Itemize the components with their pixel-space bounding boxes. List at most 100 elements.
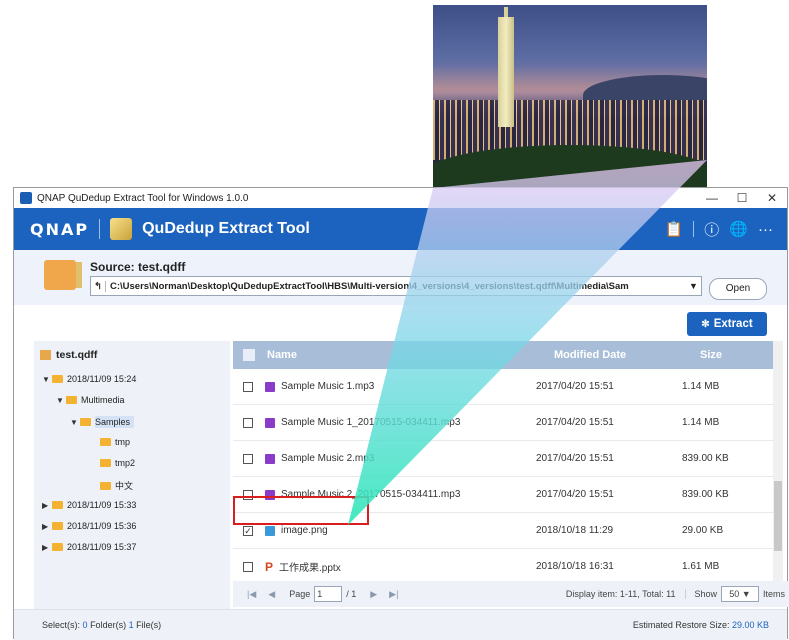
next-page-icon[interactable]: ▶ xyxy=(370,589,377,600)
file-size: 29.00 KB xyxy=(682,525,724,536)
tree-node-samples[interactable]: ▼ Samples xyxy=(70,416,135,428)
tree-node-tmp2[interactable]: tmp2 xyxy=(100,458,135,468)
row-checkbox[interactable]: ✓ xyxy=(243,525,253,536)
tree-node-20181109-1524[interactable]: ▼ 2018/11/09 15:24 xyxy=(42,374,136,384)
file-count-label: File(s) xyxy=(136,620,162,630)
expand-icon[interactable]: ▼ xyxy=(42,375,52,384)
row-checkbox[interactable] xyxy=(243,381,253,392)
image-file-icon xyxy=(265,525,275,536)
tree-root[interactable]: test.qdff xyxy=(34,341,230,369)
source-path-field[interactable]: ↰ C:\Users\Norman\Desktop\QuDedupExtract… xyxy=(90,276,702,296)
folder-icon xyxy=(52,375,63,383)
selection-highlight xyxy=(233,496,369,525)
product-name: QuDedup Extract Tool xyxy=(142,220,310,237)
tree-node-20181109-1533[interactable]: ▶ 2018/11/09 15:33 xyxy=(42,500,136,510)
row-checkbox[interactable] xyxy=(243,561,253,572)
file-name-cell: Sample Music 1.mp3 xyxy=(265,381,536,392)
expand-icon[interactable]: ▶ xyxy=(42,543,52,552)
file-name: Sample Music 1.mp3 xyxy=(281,381,375,392)
column-size[interactable]: Size xyxy=(700,349,722,361)
toolbar: ✼ Extract xyxy=(14,305,787,341)
extract-button[interactable]: ✼ Extract xyxy=(687,312,767,336)
source-path: C:\Users\Norman\Desktop\QuDedupExtractTo… xyxy=(110,280,629,292)
file-count: 1 xyxy=(128,620,134,630)
close-button[interactable]: ✕ xyxy=(757,191,787,205)
items-label: Items xyxy=(762,589,785,599)
file-size: 1.14 MB xyxy=(682,381,720,392)
scrollbar[interactable] xyxy=(773,341,783,581)
file-name: Sample Music 2.mp3 xyxy=(281,453,375,464)
column-modified-date[interactable]: Modified Date xyxy=(554,349,700,361)
selection-summary: Select(s): 0 Folder(s) 1 File(s) xyxy=(42,620,633,630)
file-row[interactable]: P 工作成果.pptx 2018/10/18 16:31 1.61 MB xyxy=(233,549,773,585)
more-icon[interactable]: ··· xyxy=(758,221,773,238)
tree-node-label: 2018/11/09 15:36 xyxy=(67,521,137,531)
tree-node-label: Samples xyxy=(95,416,135,428)
file-size: 839.00 KB xyxy=(682,453,729,464)
tree-node-tmp[interactable]: tmp xyxy=(100,437,130,447)
expand-icon[interactable]: ▼ xyxy=(56,396,66,405)
clipboard-icon[interactable]: 📋 xyxy=(665,220,684,238)
qdff-file-icon xyxy=(44,260,82,290)
folder-count: 0 xyxy=(82,620,88,630)
maximize-button[interactable]: ☐ xyxy=(727,191,757,205)
app-icon xyxy=(20,192,32,204)
column-name[interactable]: Name xyxy=(267,349,554,361)
open-button[interactable]: Open xyxy=(709,278,767,300)
show-label: Show xyxy=(685,589,717,599)
file-name-cell: P 工作成果.pptx xyxy=(265,559,536,575)
pagination-bar: |◀ ◀ Page 1 / 1 ▶ ▶| Display item: 1-11,… xyxy=(233,581,789,607)
tree-node-20181109-1536[interactable]: ▶ 2018/11/09 15:36 xyxy=(42,521,136,531)
row-checkbox[interactable] xyxy=(243,417,253,428)
selection-prefix: Select(s): xyxy=(42,620,81,630)
expand-icon[interactable]: ▼ xyxy=(70,418,80,427)
info-icon[interactable]: ⓘ xyxy=(704,219,719,240)
file-list-header: Name Modified Date Size xyxy=(233,341,773,369)
select-all-checkbox[interactable] xyxy=(243,349,255,361)
audio-file-icon xyxy=(265,453,275,464)
scrollbar-thumb[interactable] xyxy=(774,481,782,551)
first-page-icon[interactable]: |◀ xyxy=(247,589,256,600)
app-window: QNAP QuDedup Extract Tool for Windows 1.… xyxy=(13,187,789,640)
page-input[interactable]: 1 xyxy=(314,586,343,602)
file-date: 2018/10/18 11:29 xyxy=(536,525,614,536)
source-panel: Source: test.qdff ↰ C:\Users\Norman\Desk… xyxy=(14,250,787,305)
folder-icon xyxy=(52,501,63,509)
minimize-button[interactable]: — xyxy=(697,191,727,205)
globe-icon[interactable]: 🌐 xyxy=(729,220,748,238)
chevron-down-icon[interactable]: ▼ xyxy=(689,281,701,291)
folder-icon xyxy=(52,522,63,530)
file-size: 839.00 KB xyxy=(682,489,729,500)
row-checkbox[interactable] xyxy=(243,453,253,464)
file-name-cell: Sample Music 1_20170515-034411.mp3 xyxy=(265,417,536,428)
file-row[interactable]: Sample Music 1_20170515-034411.mp3 2017/0… xyxy=(233,405,773,441)
page-label: Page xyxy=(289,589,311,599)
page-total: / 1 xyxy=(346,589,357,599)
tree-node-multimedia[interactable]: ▼ Multimedia xyxy=(56,395,125,405)
tree-node-label: 2018/11/09 15:37 xyxy=(67,542,137,552)
file-date: 2018/10/18 16:31 xyxy=(536,561,614,572)
file-date: 2017/04/20 15:51 xyxy=(536,417,614,428)
last-page-icon[interactable]: ▶| xyxy=(389,589,398,600)
window-title: QNAP QuDedup Extract Tool for Windows 1.… xyxy=(37,192,249,204)
file-row[interactable]: Sample Music 1.mp3 2017/04/20 15:51 1.14 M… xyxy=(233,369,773,405)
audio-file-icon xyxy=(265,417,275,428)
extract-label: Extract xyxy=(713,318,753,330)
tree-node-label: 2018/11/09 15:24 xyxy=(67,374,137,384)
restore-size-value: 29.00 KB xyxy=(731,620,769,630)
pptx-icon: P xyxy=(265,559,274,574)
back-icon[interactable]: ↰ xyxy=(91,280,106,292)
folder-icon xyxy=(100,481,111,490)
folder-count-label: Folder(s) xyxy=(90,620,127,630)
expand-icon[interactable]: ▶ xyxy=(42,501,52,510)
file-list: Name Modified Date Size Sample Music 1.m… xyxy=(233,341,773,609)
expand-icon[interactable]: ▶ xyxy=(42,522,52,531)
file-name: 工作成果.pptx xyxy=(279,563,341,574)
per-page-select[interactable]: 50 ▼ xyxy=(720,586,759,602)
folder-icon xyxy=(52,543,63,551)
tree-node-chinese[interactable]: 中文 xyxy=(100,479,133,492)
prev-page-icon[interactable]: ◀ xyxy=(268,589,275,600)
tree-node-20181109-1537[interactable]: ▶ 2018/11/09 15:37 xyxy=(42,542,136,552)
file-row[interactable]: Sample Music 2.mp3 2017/04/20 15:51 839.00… xyxy=(233,441,773,477)
tree-node-label: tmp2 xyxy=(115,458,136,468)
